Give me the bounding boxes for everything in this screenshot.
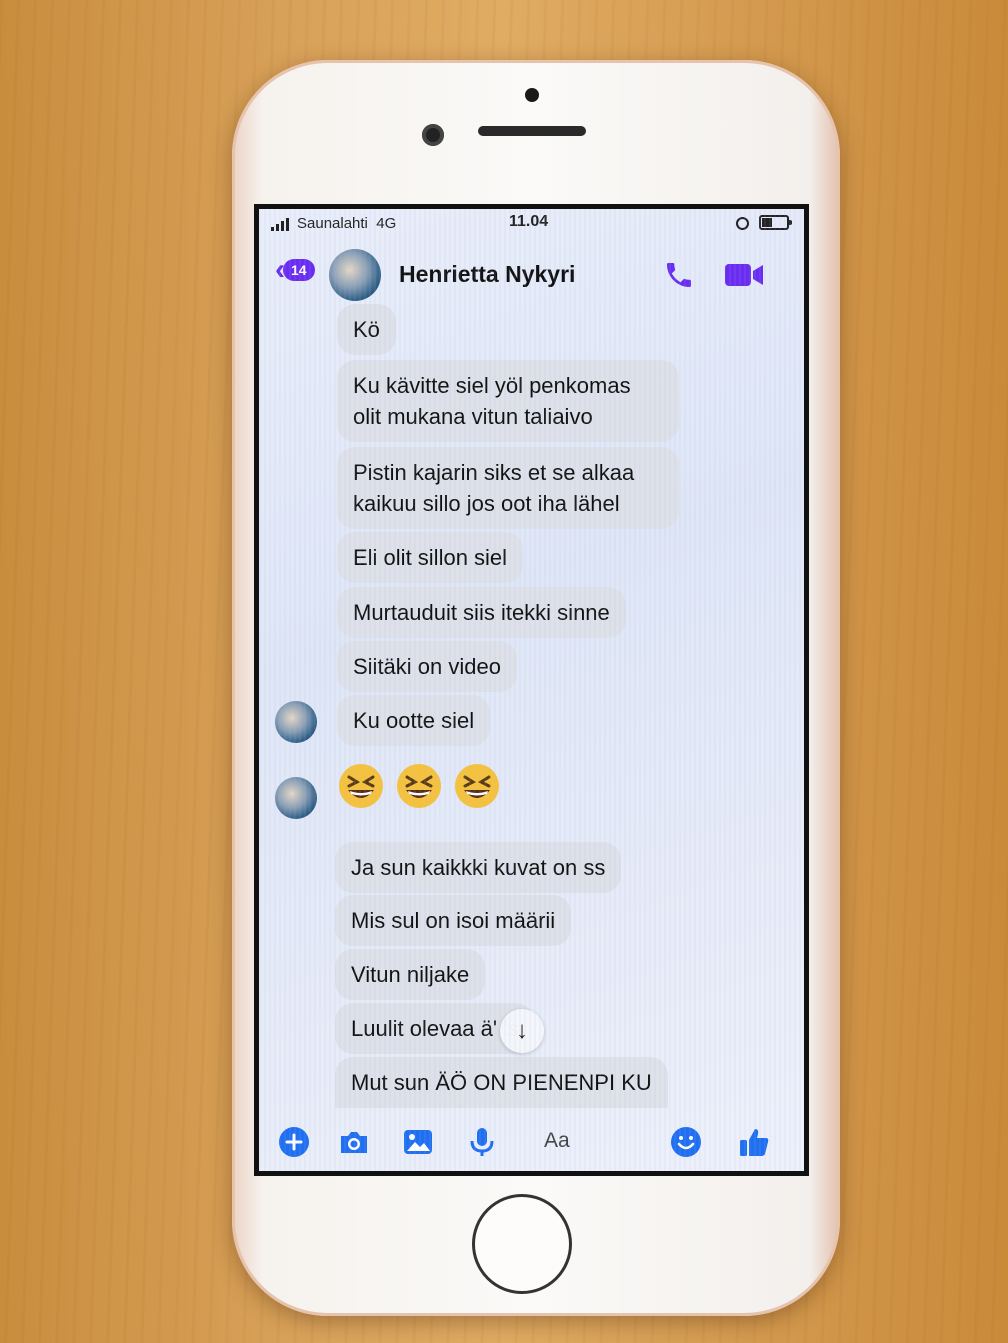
message-bubble[interactable]: Ja sun kaikkki kuvat on ss [335, 842, 622, 893]
contact-avatar[interactable] [329, 249, 381, 301]
arrow-down-icon: ↓ [516, 1017, 528, 1044]
message-input[interactable]: Aa [544, 1129, 570, 1153]
earpiece-speaker [478, 126, 586, 136]
message-bubble[interactable]: Mis sul on isoi määrii [335, 895, 572, 946]
message-bubble[interactable]: Kö [337, 304, 396, 355]
image-icon[interactable] [401, 1125, 435, 1159]
message-composer: Aa [259, 1115, 804, 1171]
back-button[interactable]: ‹ 14 [275, 255, 315, 285]
contact-name[interactable]: Henrietta Nykyri [399, 261, 575, 288]
grinning-squinting-face-icon [455, 764, 499, 808]
message-bubble[interactable]: Ku ootte siel [337, 695, 491, 746]
home-button[interactable] [472, 1194, 572, 1294]
emoji-message[interactable] [337, 762, 501, 810]
scroll-to-bottom-button[interactable]: ↓ [500, 1009, 544, 1053]
front-camera [422, 124, 444, 146]
plus-icon[interactable] [277, 1125, 311, 1159]
message-bubble[interactable]: Eli olit sillon siel [337, 532, 524, 583]
message-bubble[interactable]: Mut sun ÄÖ ON PIENENPI KU [335, 1057, 668, 1108]
unread-badge: 14 [283, 259, 315, 281]
carrier-label: Saunalahti 4G [297, 215, 397, 232]
phone-call-icon[interactable] [663, 259, 695, 291]
emoji-icon[interactable] [669, 1125, 703, 1159]
messenger-chat-screen: Saunalahti 4G 11.04 ‹ 14 Henrietta Nykyr… [259, 209, 804, 1171]
rotation-lock-icon [736, 217, 749, 230]
signal-strength-icon [271, 218, 289, 231]
thumbs-up-icon[interactable] [737, 1125, 771, 1159]
message-bubble[interactable]: Murtauduit siis itekki sinne [337, 587, 626, 638]
grinning-squinting-face-icon [397, 764, 441, 808]
message-list: Kö Ku kävitte siel yöl penkomas olit muk… [259, 304, 804, 1115]
camera-icon[interactable] [337, 1125, 371, 1159]
status-bar: Saunalahti 4G 11.04 [259, 209, 804, 237]
message-bubble[interactable]: Ku kävitte siel yöl penkomas olit mukana… [337, 360, 679, 442]
message-bubble[interactable]: Pistin kajarin siks et se alkaa kaikuu s… [337, 447, 679, 529]
microphone-icon[interactable] [465, 1125, 499, 1159]
message-bubble[interactable]: Siitäki on video [337, 641, 517, 692]
grinning-squinting-face-icon [339, 764, 383, 808]
sender-avatar[interactable] [275, 701, 317, 743]
video-call-icon[interactable] [724, 261, 764, 289]
proximity-sensor [525, 88, 539, 102]
battery-icon [759, 215, 792, 230]
sender-avatar[interactable] [275, 777, 317, 819]
message-bubble[interactable]: Vitun niljake [335, 949, 486, 1000]
chat-header: ‹ 14 Henrietta Nykyri [259, 245, 804, 301]
phone-screen: Saunalahti 4G 11.04 ‹ 14 Henrietta Nykyr… [254, 204, 809, 1176]
status-time: 11.04 [509, 213, 549, 230]
